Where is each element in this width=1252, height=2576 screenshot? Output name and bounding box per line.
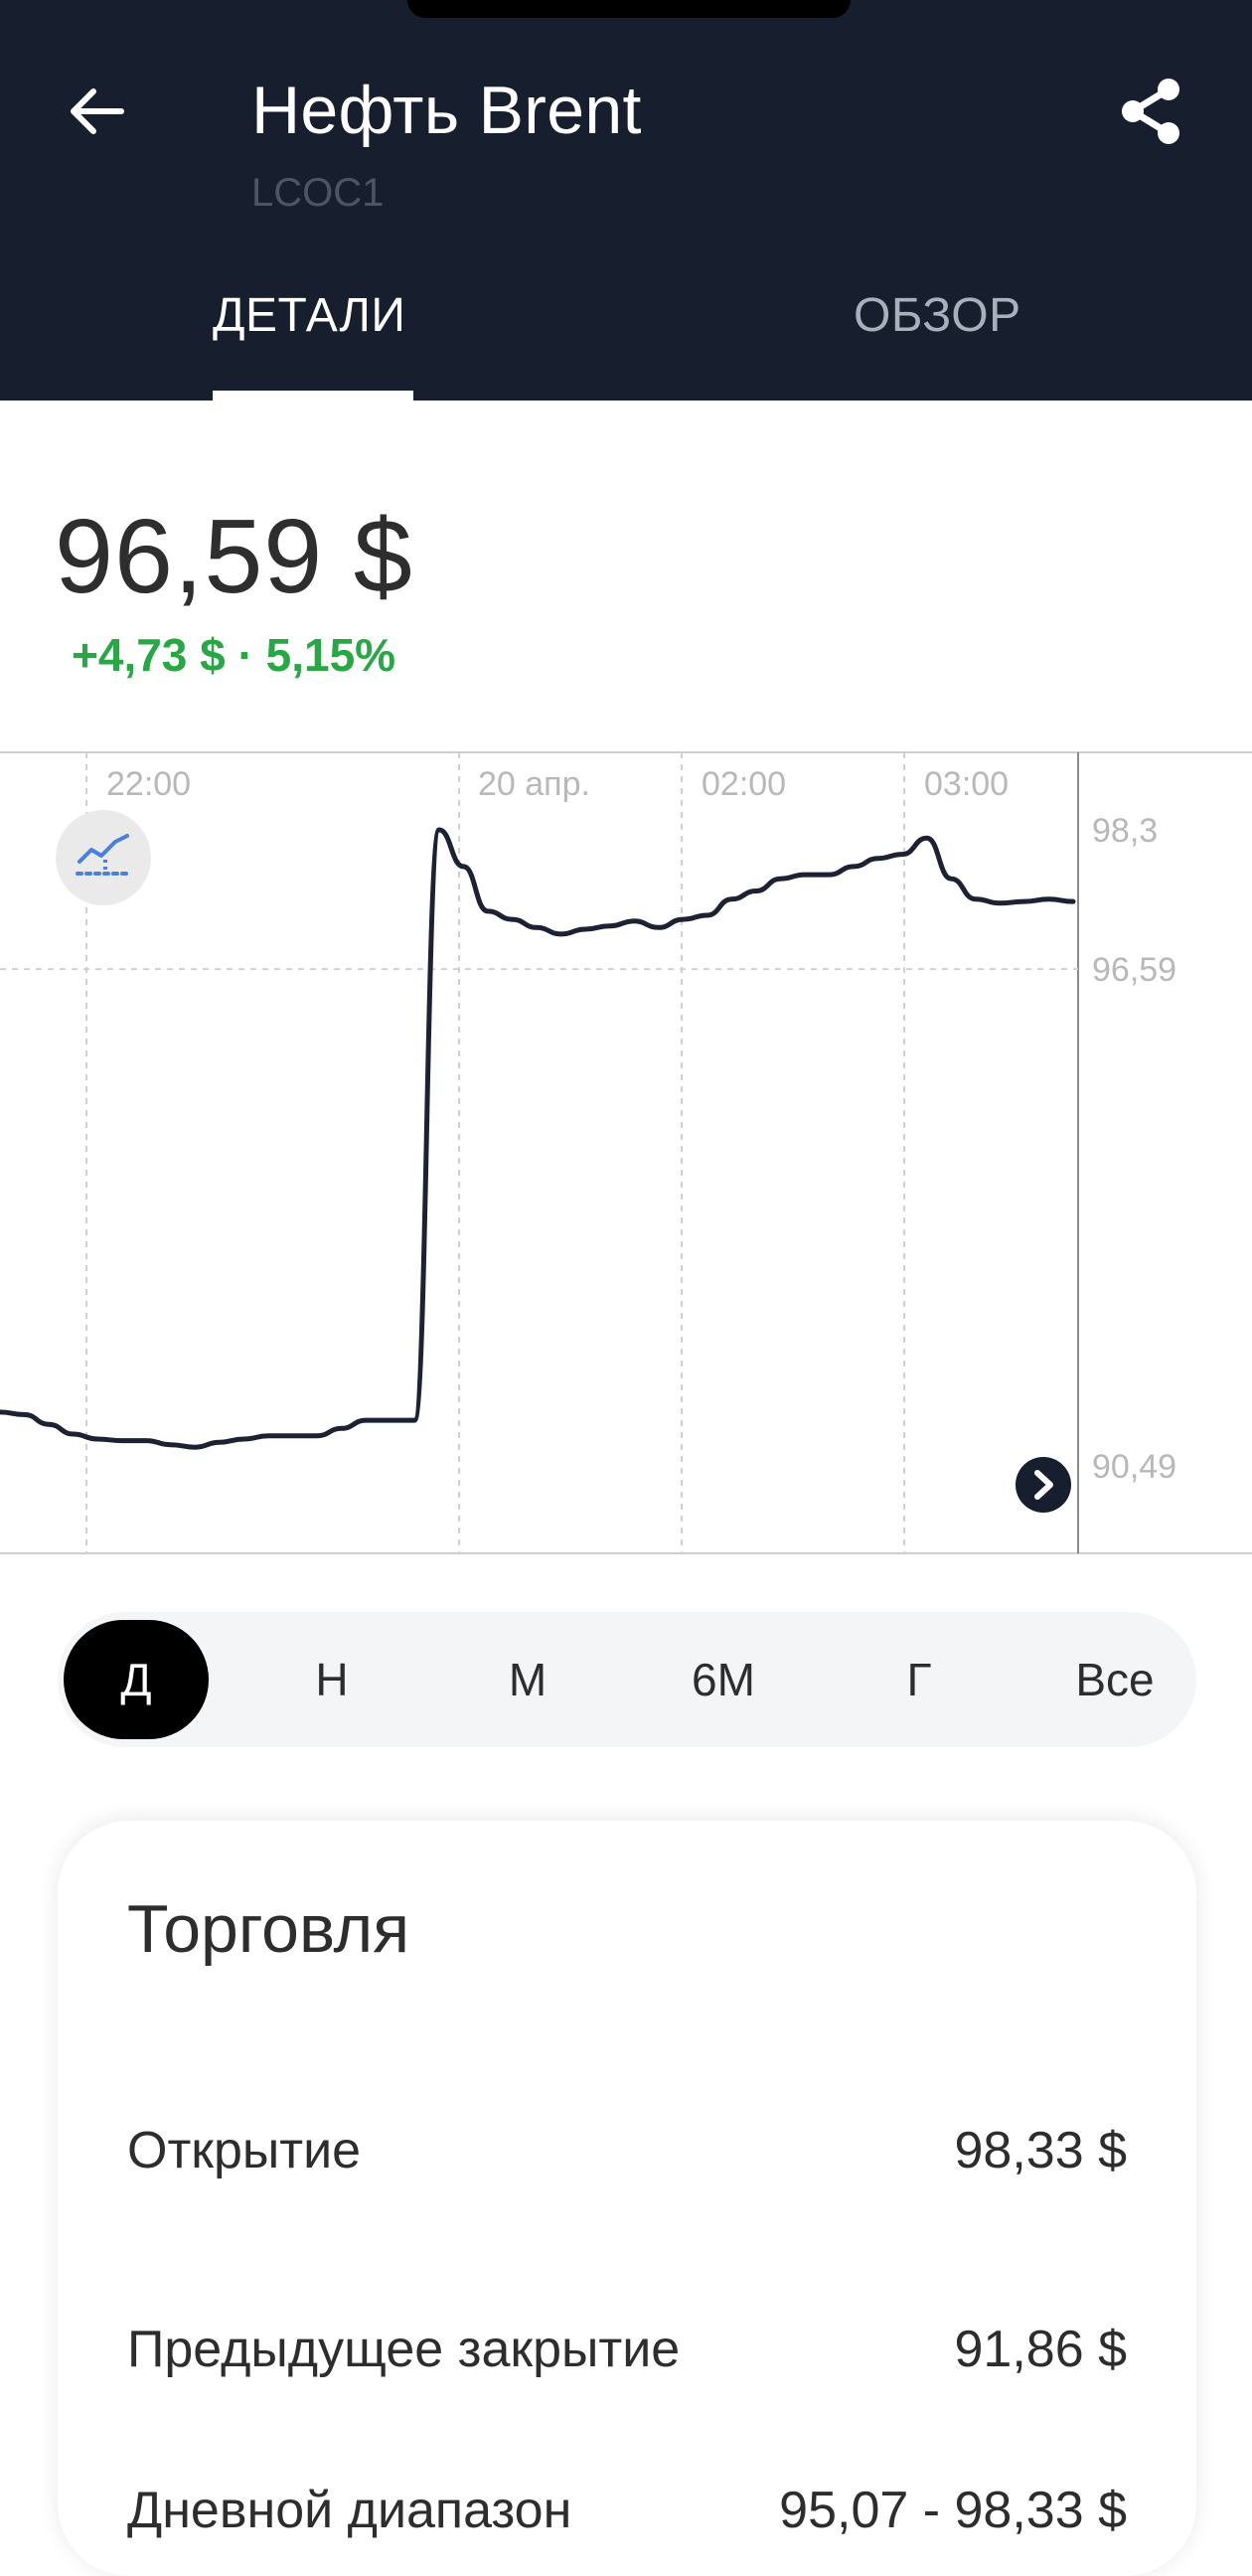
- share-button[interactable]: [1111, 72, 1190, 151]
- period-selector: Д Н М 6М Г Все: [58, 1612, 1196, 1747]
- period-month[interactable]: М: [455, 1620, 600, 1739]
- open-label: Открытие: [127, 2122, 362, 2179]
- app-header: Нефть Brent LCOC1 ДЕТАЛИ ОБЗОР: [0, 0, 1252, 401]
- price-chart[interactable]: 22:00 20 апр. 02:00 03:00 98,3 96,59 90,…: [0, 750, 1252, 1555]
- y-tick-label: 98,3: [1092, 812, 1158, 850]
- vertical-gridlines: [85, 752, 905, 1553]
- period-all[interactable]: Все: [1042, 1620, 1187, 1739]
- chart-indicator-button[interactable]: [56, 810, 151, 905]
- back-button[interactable]: [58, 72, 137, 151]
- previous-close-value: 91,86 $: [954, 2321, 1128, 2378]
- period-year[interactable]: Г: [847, 1620, 992, 1739]
- open-value: 98,33 $: [954, 2122, 1128, 2179]
- arrow-left-icon: [71, 88, 124, 134]
- day-range-label: Дневной диапазон: [127, 2482, 572, 2539]
- active-tab-indicator: [213, 391, 413, 401]
- previous-close-label: Предыдущее закрытие: [127, 2321, 681, 2378]
- period-6-months[interactable]: 6М: [651, 1620, 796, 1739]
- trading-card: Торговля Открытие 98,33 $ Предыдущее зак…: [58, 1821, 1196, 2576]
- tab-details[interactable]: ДЕТАЛИ: [213, 288, 405, 343]
- x-tick-label: 02:00: [702, 765, 786, 803]
- x-tick-label: 20 апр.: [478, 765, 590, 803]
- page-title: Нефть Brent: [251, 73, 642, 148]
- camera-notch: [407, 0, 851, 18]
- x-tick-label: 22:00: [106, 765, 191, 803]
- period-day[interactable]: Д: [64, 1620, 209, 1739]
- share-icon: [1122, 79, 1179, 144]
- x-tick-label: 03:00: [924, 765, 1009, 803]
- ticker-symbol: LCOC1: [251, 171, 385, 215]
- price-series-line: [0, 827, 1076, 1450]
- price-change: +4,73 $ · 5,15%: [72, 629, 396, 681]
- tab-overview[interactable]: ОБЗОР: [854, 288, 1021, 343]
- scroll-to-latest-button[interactable]: [1016, 1457, 1071, 1513]
- period-week[interactable]: Н: [259, 1620, 404, 1739]
- trading-title: Торговля: [127, 1891, 410, 1967]
- day-range-value: 95,07 - 98,33 $: [779, 2482, 1127, 2539]
- current-price: 96,59 $: [55, 498, 413, 615]
- y-tick-label: 90,49: [1092, 1448, 1176, 1486]
- y-tick-label: 96,59: [1092, 951, 1176, 989]
